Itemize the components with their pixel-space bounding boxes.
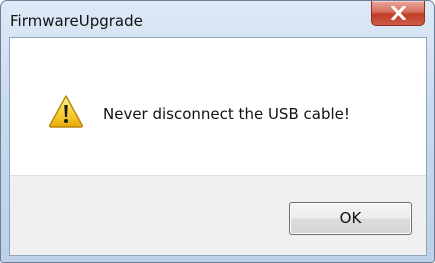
- title-bar[interactable]: FirmwareUpgrade: [1, 1, 434, 37]
- dialog-body: Never disconnect the USB cable! OK: [9, 37, 427, 256]
- window-title: FirmwareUpgrade: [10, 12, 143, 30]
- close-button[interactable]: [371, 1, 425, 26]
- ok-button[interactable]: OK: [289, 202, 412, 235]
- close-icon: [391, 6, 406, 20]
- dialog-message: Never disconnect the USB cable!: [103, 105, 350, 123]
- warning-icon: [48, 95, 84, 128]
- button-bar: OK: [10, 175, 426, 255]
- dialog-window: FirmwareUpgrade Never disconnect the USB…: [0, 0, 435, 263]
- message-area: Never disconnect the USB cable!: [10, 38, 426, 175]
